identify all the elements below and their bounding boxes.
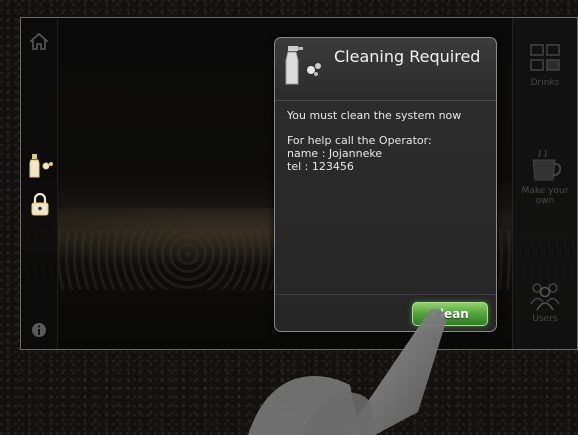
lock-icon[interactable]	[27, 190, 53, 218]
home-icon[interactable]	[28, 30, 50, 52]
cups-icon	[530, 44, 560, 71]
coffee-machine-icon	[532, 150, 562, 181]
left-sidebar	[21, 18, 58, 349]
clean-button[interactable]: Clean	[412, 302, 488, 326]
nav-label-drinks: Drinks	[530, 78, 560, 88]
operator-name: name : Jojanneke	[287, 147, 383, 160]
dialog-header: Cleaning Required	[275, 38, 496, 101]
dialog-message: You must clean the system now	[287, 109, 462, 122]
cleaning-spray-icon[interactable]	[25, 150, 55, 180]
users-icon	[530, 283, 560, 311]
operator-tel: tel : 123456	[287, 160, 354, 173]
nav-item-make-your-own[interactable]: Make your own	[513, 150, 577, 206]
right-sidebar: Drinks Make your own Users	[512, 18, 577, 349]
info-icon[interactable]	[30, 321, 48, 339]
cleaning-spray-icon	[281, 44, 325, 92]
dialog-footer: Clean	[275, 294, 496, 331]
nav-item-drinks[interactable]: Drinks	[513, 42, 577, 88]
nav-item-users[interactable]: Users	[513, 280, 577, 324]
help-line: For help call the Operator:	[287, 134, 432, 147]
nav-label-users: Users	[532, 314, 558, 324]
cleaning-required-dialog: Cleaning Required You must clean the sys…	[274, 37, 497, 332]
dialog-body: You must clean the system now For help c…	[275, 101, 496, 181]
touch-screen: Drinks Make your own Users Cleaning Requ…	[20, 17, 578, 350]
dialog-title: Cleaning Required	[334, 47, 481, 66]
nav-label-make-your-own: Make your own	[521, 186, 569, 206]
